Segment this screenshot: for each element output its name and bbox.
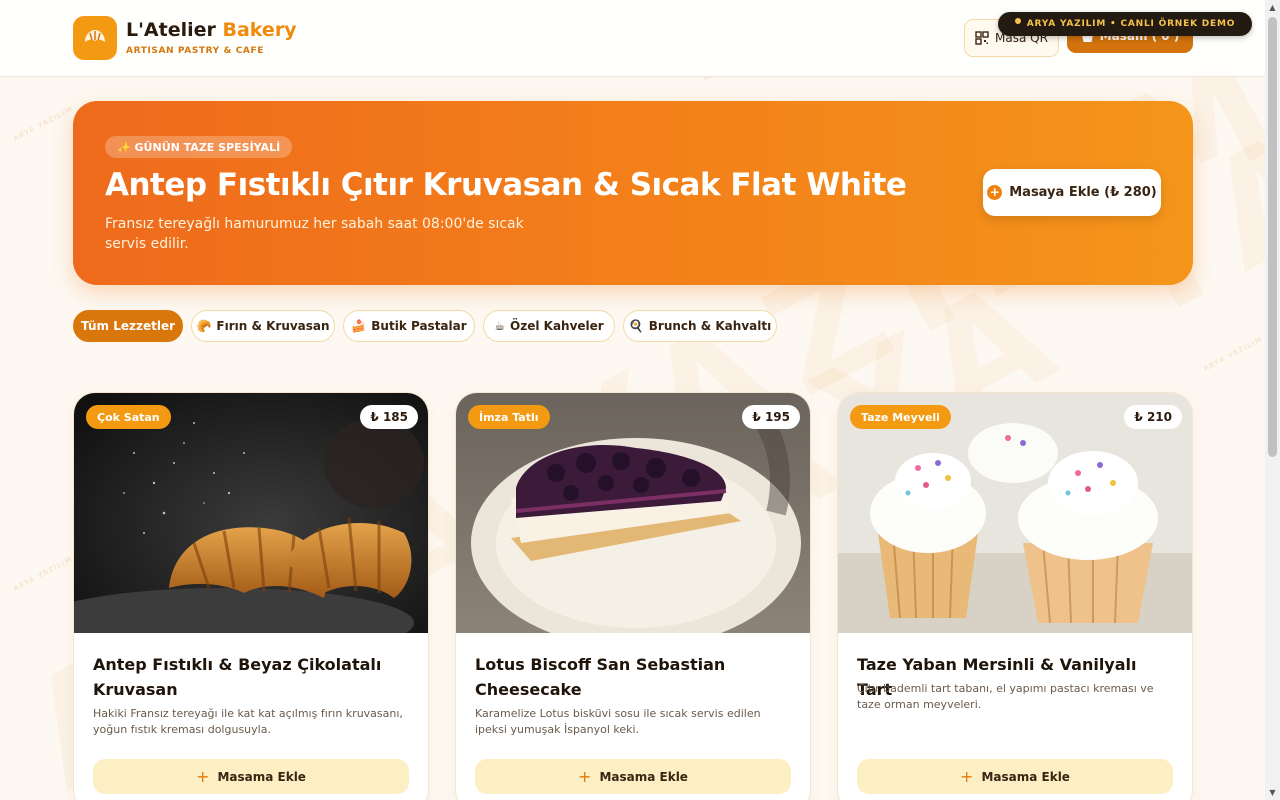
plus-icon: + [960,767,974,786]
category-label: Fırın & Kruvasan [216,319,330,333]
add-to-table-label: Masama Ekle [599,769,688,784]
daily-special-pill: ✨ GÜNÜN TAZE SPESİYALİ [105,136,293,158]
product-description: Hakiki Fransız tereyağı ile kat kat açıl… [93,707,403,736]
add-to-table-button[interactable]: + Masama Ekle [857,759,1173,794]
product-image: İmza Tatlı ₺ 195 [456,393,810,633]
product-description: Karamelize Lotus bisküvi sosu ile sıcak … [475,707,761,736]
product-image: Çok Satan ₺ 185 [74,393,428,633]
watermark-small: ARYA YAZILIM [1201,334,1265,374]
croissant-icon: 🥐 [196,319,212,333]
hero-add-label: Masaya Ekle (₺ 280) [1009,185,1157,200]
demo-badge-label: ARYA YAZILIM • CANLI ÖRNEK DEMO [1026,19,1236,29]
product-description: Çıtır bademli tart tabanı, el yapımı pas… [857,682,1154,711]
product-card[interactable]: Çok Satan ₺ 185 Antep Fıstıklı & Beyaz Ç… [73,392,429,800]
product-title: Antep Fıstıklı & Beyaz Çikolatalı Kruvas… [93,655,382,699]
scrollbar-thumb[interactable] [1268,17,1277,457]
hero-banner: ✨ GÜNÜN TAZE SPESİYALİ Antep Fıstıklı Çı… [73,101,1193,285]
watermark-small: ARYA YAZILIM [11,104,75,144]
product-title: Lotus Biscoff San Sebastian Cheesecake [475,655,726,699]
hero-title: Antep Fıstıklı Çıtır Kruvasan & Sıcak Fl… [105,167,907,203]
product-card[interactable]: İmza Tatlı ₺ 195 Lotus Biscoff San Sebas… [455,392,811,800]
croissant-icon [85,30,105,42]
plus-icon: + [196,767,210,786]
logo[interactable] [73,16,117,60]
category-label: Tüm Lezzetler [80,319,176,333]
category-label: Butik Pastalar [371,319,467,333]
cake-icon: 🍰 [351,319,367,333]
coffee-icon: ☕ [494,319,506,333]
category-tab-all[interactable]: Tüm Lezzetler [73,310,183,342]
scroll-down-arrow-icon[interactable]: ▼ [1265,785,1280,800]
product-price: ₺ 185 [360,405,418,429]
product-badge: Taze Meyveli [850,405,951,429]
category-label: Özel Kahveler [510,319,604,333]
live-dot-icon [1014,18,1021,24]
product-price: ₺ 210 [1124,405,1182,429]
page-scrollbar[interactable]: ▲ ▼ [1265,0,1280,800]
add-to-table-label: Masama Ekle [981,769,1070,784]
qr-code-icon [975,31,989,45]
add-to-table-label: Masama Ekle [217,769,306,784]
category-tab-brunch[interactable]: 🍳 Brunch & Kahvaltı [623,310,777,342]
watermark-small: ARYA YAZILIM [11,554,75,594]
product-badge: İmza Tatlı [468,405,550,429]
hero-add-to-table-button[interactable]: + Masaya Ekle (₺ 280) [983,169,1161,216]
category-tab-cakes[interactable]: 🍰 Butik Pastalar [343,310,475,342]
brand-name: L'Atelier Bakery [126,19,297,41]
product-badge: Çok Satan [86,405,171,429]
category-tab-coffee[interactable]: ☕ Özel Kahveler [483,310,615,342]
product-price: ₺ 195 [742,405,800,429]
product-image: Taze Meyveli ₺ 210 [838,393,1192,633]
category-label: Brunch & Kahvaltı [648,319,772,333]
add-to-table-button[interactable]: + Masama Ekle [475,759,791,794]
product-card[interactable]: Taze Meyveli ₺ 210 Taze Yaban Mersinli &… [837,392,1193,800]
brand-subtitle: ARTISAN PASTRY & CAFE [126,46,264,56]
pan-icon: 🍳 [628,319,644,333]
category-tab-bakery[interactable]: 🥐 Fırın & Kruvasan [191,310,335,342]
brand-name-main: L'Atelier [126,19,223,41]
add-to-table-button[interactable]: + Masama Ekle [93,759,409,794]
hero-description: Fransız tereyağlı hamurumuz her sabah sa… [105,216,524,252]
demo-badge: ARYA YAZILIM • CANLI ÖRNEK DEMO [998,12,1252,36]
plus-icon: + [578,767,592,786]
scroll-up-arrow-icon[interactable]: ▲ [1265,0,1280,15]
plus-circle-icon: + [987,185,1003,200]
brand-name-accent: Bakery [222,19,297,41]
